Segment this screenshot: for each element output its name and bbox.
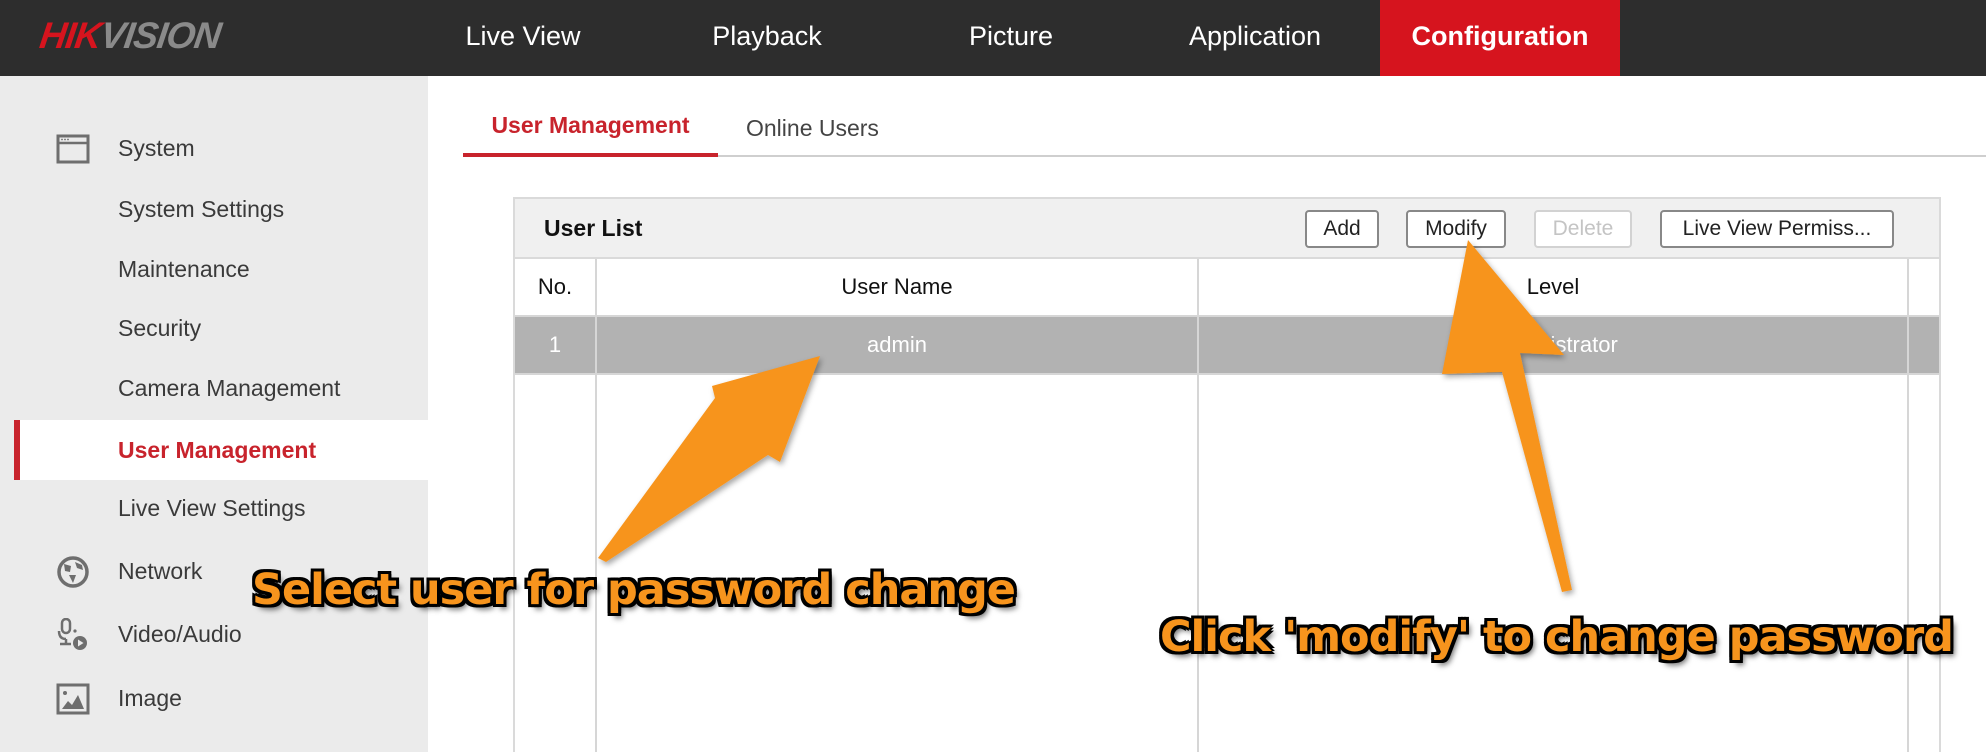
logo-hik: HIK [37, 15, 104, 56]
table-header-row: No. User Name Level [515, 259, 1939, 317]
top-navigation-bar: HIKVISION Live View Playback Picture App… [0, 0, 1986, 76]
cell-no: 1 [515, 317, 597, 373]
nav-playback[interactable]: Playback [674, 0, 860, 76]
delete-button: Delete [1534, 210, 1632, 248]
user-list-title: User List [544, 215, 643, 241]
table-row[interactable]: 1 admin Administrator [515, 317, 1939, 375]
sidebar-item-system-settings[interactable]: System Settings [14, 180, 428, 238]
sidebar-item-maintenance[interactable]: Maintenance [14, 240, 428, 298]
mic-play-icon [57, 618, 87, 650]
window-icon [56, 134, 90, 164]
sidebar-item-label: System [118, 135, 195, 161]
globe-icon [57, 556, 89, 588]
nav-application[interactable]: Application [1162, 0, 1348, 76]
sidebar-item-user-management[interactable]: User Management [14, 420, 428, 480]
tab-user-management[interactable]: User Management [463, 100, 718, 157]
nav-live-view[interactable]: Live View [430, 0, 616, 76]
column-header-user-name: User Name [597, 259, 1199, 315]
tab-online-users[interactable]: Online Users [746, 103, 879, 160]
column-divider [1197, 315, 1199, 752]
image-icon [56, 683, 90, 715]
cell-level: Administrator [1199, 317, 1909, 373]
sidebar-item-label: Maintenance [118, 256, 250, 282]
column-header-level: Level [1199, 259, 1909, 315]
column-divider [595, 315, 597, 752]
annotation-click-modify: Click 'modify' to change password [1160, 612, 1954, 662]
sidebar: System System Settings Maintenance Secur… [0, 76, 428, 752]
sidebar-item-system[interactable]: System [14, 119, 428, 177]
add-button[interactable]: Add [1305, 210, 1379, 248]
user-list-header: User List Add Modify Delete Live View Pe… [515, 199, 1939, 259]
more-icon-partial [56, 744, 90, 752]
annotation-select-user: Select user for password change [252, 565, 1016, 615]
sidebar-item-label: System Settings [118, 196, 285, 222]
sidebar-item-camera-management[interactable]: Camera Management [14, 359, 428, 417]
sidebar-item-label: Video/Audio [118, 621, 242, 647]
sidebar-item-label: Camera Management [118, 375, 341, 401]
logo-vision: VISION [97, 15, 224, 56]
tab-bar: User Management Online Users [463, 100, 1986, 157]
column-header-no: No. [515, 259, 597, 315]
sidebar-item-label: Live View Settings [118, 495, 306, 521]
column-divider [1907, 315, 1909, 752]
nav-picture[interactable]: Picture [918, 0, 1104, 76]
sidebar-item-label: Security [118, 315, 202, 341]
cell-user-name: admin [597, 317, 1199, 373]
sidebar-item-live-view-settings[interactable]: Live View Settings [14, 479, 428, 537]
user-list-panel: User List Add Modify Delete Live View Pe… [513, 197, 1941, 752]
sidebar-item-label: Image [118, 685, 182, 711]
hikvision-logo: HIKVISION [37, 15, 224, 56]
sidebar-item-label: User Management [118, 437, 317, 463]
nav-configuration[interactable]: Configuration [1380, 0, 1620, 76]
modify-button[interactable]: Modify [1406, 210, 1506, 248]
sidebar-item-security[interactable]: Security [14, 299, 428, 357]
sidebar-item-image[interactable]: Image [14, 669, 428, 727]
sidebar-item-label: Network [118, 558, 203, 584]
live-view-permission-button[interactable]: Live View Permiss... [1660, 210, 1894, 248]
